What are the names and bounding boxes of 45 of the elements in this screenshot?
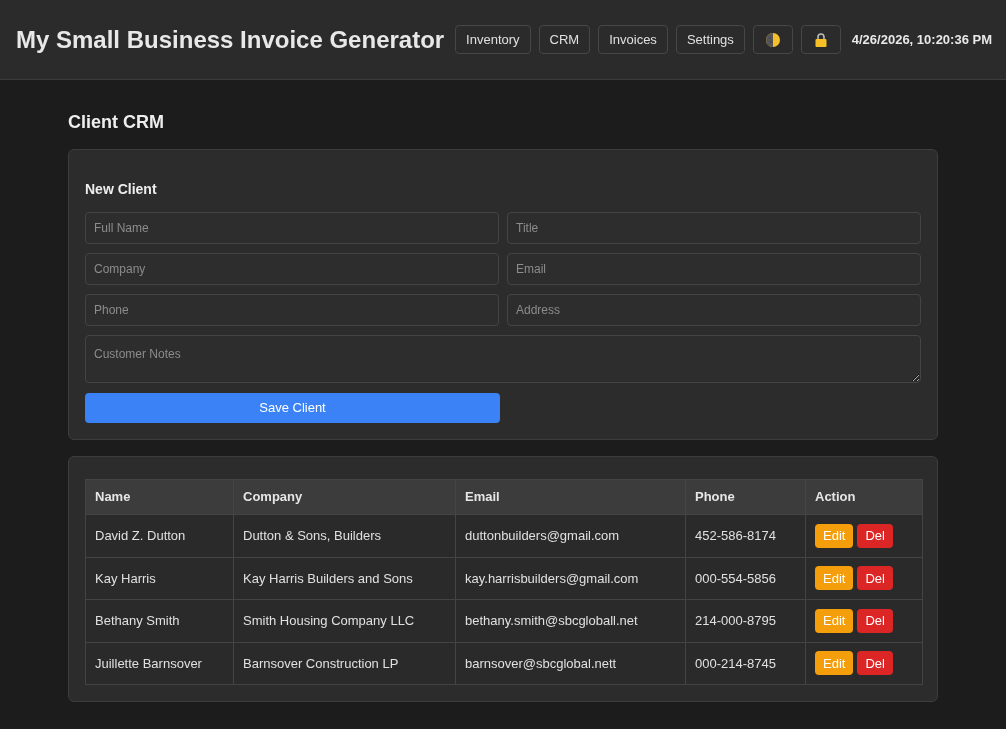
column-header: Action	[805, 479, 923, 515]
table-cell: barnsover@sbcglobal.nett	[455, 642, 686, 685]
delete-button[interactable]: Del	[857, 651, 893, 676]
table-cell: 000-554-5856	[685, 557, 806, 600]
input-field[interactable]: Title	[507, 212, 921, 244]
delete-button[interactable]: Del	[857, 566, 893, 591]
table-cell: duttonbuilders@gmail.com	[455, 514, 686, 557]
table-cell: Dutton & Sons, Builders	[233, 514, 456, 557]
column-header: Email	[455, 479, 686, 515]
table-cell: Bethany Smith	[85, 599, 234, 642]
lock-button[interactable]	[800, 25, 841, 54]
theme-toggle-button[interactable]	[752, 25, 793, 54]
table-cell: 214-000-8795	[685, 599, 806, 642]
nav-button[interactable]: Inventory	[455, 25, 531, 54]
input-field[interactable]: Company	[85, 253, 499, 285]
table-cell: Juillette Barnsover	[85, 642, 234, 685]
table-cell: Kay Harris Builders and Sons	[233, 557, 456, 600]
table-cell: 452-586-8174	[685, 514, 806, 557]
input-field[interactable]: Address	[507, 294, 921, 326]
save-client-button[interactable]: Save Client	[85, 393, 500, 423]
nav-button[interactable]: Settings	[675, 25, 745, 54]
table-cell: Barnsover Construction LP	[233, 642, 456, 685]
column-header: Company	[233, 479, 456, 515]
lock-icon	[814, 32, 827, 47]
form-title: New Client	[85, 180, 158, 199]
input-field[interactable]: Full Name	[85, 212, 499, 244]
column-header: Phone	[685, 479, 806, 515]
column-header: Name	[85, 479, 234, 515]
notes-field[interactable]: Customer Notes	[85, 335, 921, 383]
table-cell: Smith Housing Company LLC	[233, 599, 456, 642]
table-cell: kay.harrisbuilders@gmail.com	[455, 557, 686, 600]
table-cell: Kay Harris	[85, 557, 234, 600]
input-field[interactable]: Phone	[85, 294, 499, 326]
delete-button[interactable]: Del	[857, 608, 893, 633]
half-moon-icon	[765, 32, 780, 47]
nav-button[interactable]: Invoices	[598, 25, 668, 54]
nav-button[interactable]: CRM	[538, 25, 591, 54]
table-cell: 000-214-8745	[685, 642, 806, 685]
table-cell: bethany.smith@sbcgloball.net	[455, 599, 686, 642]
table-cell: David Z. Dutton	[85, 514, 234, 557]
input-field[interactable]: Email	[507, 253, 921, 285]
delete-button[interactable]: Del	[857, 523, 893, 548]
page-title: Client CRM	[68, 111, 165, 134]
date-time: 4/26/2026, 10:20:36 PM	[851, 30, 992, 49]
app-title: My Small Business Invoice Generator	[16, 24, 445, 55]
